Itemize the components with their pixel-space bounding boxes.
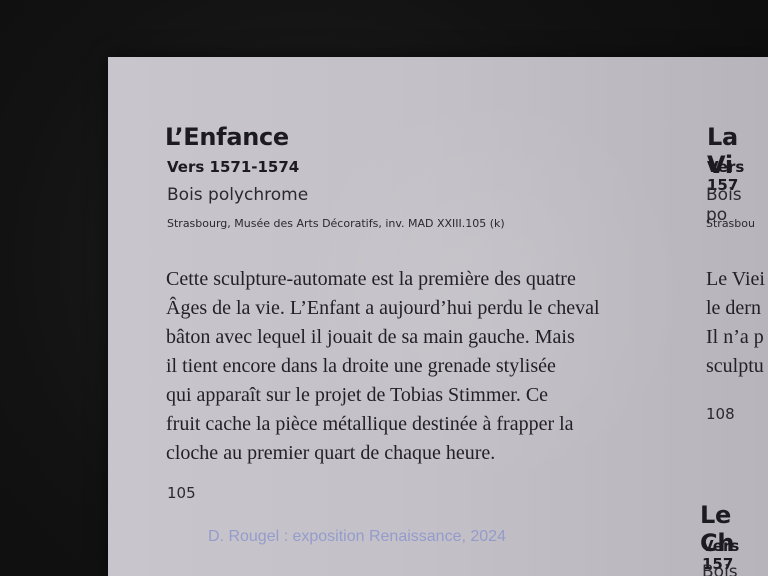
left-description-line: Cette sculpture-automate est la première… (166, 268, 576, 290)
right-top-description: Le Viei le dern Il n’a p sculptu (706, 265, 765, 381)
left-description-line: il tient encore dans la droite une grena… (166, 355, 556, 377)
right-top-description-line: sculptu (706, 355, 764, 377)
left-date: Vers 1571-1574 (167, 158, 300, 176)
right-top-location: Strasbou (706, 217, 755, 230)
right-top-description-line: Il n’a p (706, 326, 764, 348)
left-description-line: cloche au premier quart de chaque heure. (166, 442, 496, 464)
left-description-line: Âges de la vie. L’Enfant a aujourd’hui p… (166, 297, 600, 319)
left-description-line: fruit cache la pièce métallique destinée… (166, 413, 574, 435)
museum-label-panel: L’Enfance Vers 1571-1574 Bois polychrome… (108, 57, 768, 576)
left-location: Strasbourg, Musée des Arts Décoratifs, i… (167, 217, 505, 230)
right-bottom-material: Bois pol (702, 562, 738, 576)
right-top-description-line: Le Viei (706, 268, 765, 290)
left-description-line: bâton avec lequel il jouait de sa main g… (166, 326, 575, 348)
right-top-description-line: le dern (706, 297, 761, 319)
photo-watermark: D. Rougel : exposition Renaissance, 2024 (208, 528, 506, 545)
left-description: Cette sculpture-automate est la première… (166, 265, 600, 468)
left-material: Bois polychrome (167, 185, 309, 205)
left-page-number: 105 (167, 484, 196, 502)
left-title: L’Enfance (165, 123, 289, 151)
left-description-line: qui apparaît sur le projet de Tobias Sti… (166, 384, 549, 406)
right-top-page-number: 108 (706, 405, 735, 423)
